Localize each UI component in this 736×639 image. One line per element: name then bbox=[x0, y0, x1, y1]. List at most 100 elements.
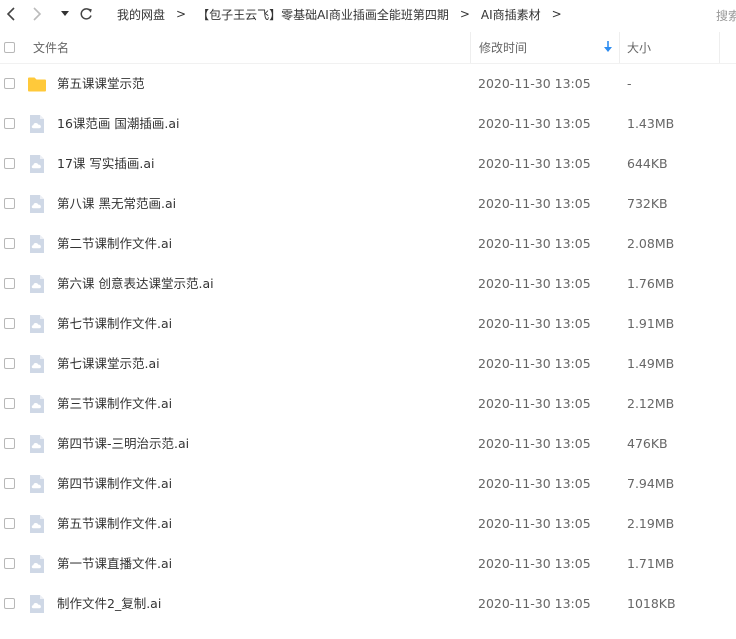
file-icon bbox=[30, 595, 44, 613]
column-header-modified-time-label: 修改时间 bbox=[479, 41, 528, 55]
breadcrumb-course-folder[interactable]: 【包子王云飞】零基础AI商业插画全能班第四期 bbox=[190, 6, 456, 23]
file-row[interactable]: 第七节课制作文件.ai 2020-11-30 13:05 1.91MB bbox=[0, 304, 736, 344]
file-modified-time: 2020-11-30 13:05 bbox=[478, 116, 591, 131]
file-size: 1.49MB bbox=[627, 356, 675, 371]
row-checkbox[interactable] bbox=[4, 238, 15, 249]
file-name[interactable]: 制作文件2_复制.ai bbox=[57, 584, 161, 624]
file-icon bbox=[30, 275, 44, 293]
row-checkbox[interactable] bbox=[4, 438, 15, 449]
file-row[interactable]: 17课 写实插画.ai 2020-11-30 13:05 644KB bbox=[0, 144, 736, 184]
row-checkbox[interactable] bbox=[4, 198, 15, 209]
folder-icon bbox=[28, 77, 46, 92]
file-name[interactable]: 第五节课制作文件.ai bbox=[57, 504, 172, 544]
file-modified-time: 2020-11-30 13:05 bbox=[478, 556, 591, 571]
file-icon bbox=[30, 435, 44, 453]
file-row[interactable]: 第一节课直播文件.ai 2020-11-30 13:05 1.71MB bbox=[0, 544, 736, 584]
file-row[interactable]: 16课范画 国潮插画.ai 2020-11-30 13:05 1.43MB bbox=[0, 104, 736, 144]
file-icon bbox=[30, 555, 44, 573]
row-checkbox[interactable] bbox=[4, 398, 15, 409]
select-all-cell bbox=[4, 32, 15, 63]
file-modified-time: 2020-11-30 13:05 bbox=[478, 436, 591, 451]
file-size: - bbox=[627, 76, 632, 91]
file-name[interactable]: 第六课 创意表达课堂示范.ai bbox=[57, 264, 214, 304]
file-name[interactable]: 第四节课-三明治示范.ai bbox=[57, 424, 189, 464]
refresh-icon bbox=[80, 8, 92, 20]
file-modified-time: 2020-11-30 13:05 bbox=[478, 356, 591, 371]
file-size: 1018KB bbox=[627, 596, 676, 611]
row-checkbox[interactable] bbox=[4, 158, 15, 169]
file-size: 2.12MB bbox=[627, 396, 675, 411]
breadcrumb-current-folder[interactable]: AI商插素材 bbox=[474, 6, 548, 23]
breadcrumb: 我的网盘 > 【包子王云飞】零基础AI商业插画全能班第四期 > AI商插素材 > bbox=[110, 0, 566, 28]
select-all-checkbox[interactable] bbox=[4, 42, 15, 53]
file-name[interactable]: 16课范画 国潮插画.ai bbox=[57, 104, 180, 144]
file-modified-time: 2020-11-30 13:05 bbox=[478, 476, 591, 491]
row-checkbox[interactable] bbox=[4, 558, 15, 569]
file-name[interactable]: 第一节课直播文件.ai bbox=[57, 544, 172, 584]
file-name[interactable]: 第八课 黑无常范画.ai bbox=[57, 184, 176, 224]
file-icon bbox=[30, 195, 44, 213]
navigation-bar: 我的网盘 > 【包子王云飞】零基础AI商业插画全能班第四期 > AI商插素材 >… bbox=[0, 0, 736, 28]
file-name[interactable]: 17课 写实插画.ai bbox=[57, 144, 155, 184]
row-checkbox[interactable] bbox=[4, 478, 15, 489]
file-row[interactable]: 第四节课制作文件.ai 2020-11-30 13:05 7.94MB bbox=[0, 464, 736, 504]
file-size: 732KB bbox=[627, 196, 668, 211]
column-header-modified-time[interactable]: 修改时间 bbox=[470, 32, 620, 63]
file-icon bbox=[30, 315, 44, 333]
row-checkbox[interactable] bbox=[4, 318, 15, 329]
back-button[interactable] bbox=[2, 4, 20, 24]
breadcrumb-separator: > bbox=[459, 7, 470, 21]
row-checkbox[interactable] bbox=[4, 358, 15, 369]
file-icon bbox=[30, 115, 44, 133]
file-row[interactable]: 第七课课堂示范.ai 2020-11-30 13:05 1.49MB bbox=[0, 344, 736, 384]
row-checkbox[interactable] bbox=[4, 598, 15, 609]
file-row[interactable]: 第五课课堂示范 2020-11-30 13:05 - bbox=[0, 64, 736, 104]
file-modified-time: 2020-11-30 13:05 bbox=[478, 596, 591, 611]
chevron-left-icon bbox=[6, 7, 15, 21]
file-name[interactable]: 第四节课制作文件.ai bbox=[57, 464, 172, 504]
file-row[interactable]: 第三节课制作文件.ai 2020-11-30 13:05 2.12MB bbox=[0, 384, 736, 424]
file-modified-time: 2020-11-30 13:05 bbox=[478, 516, 591, 531]
file-modified-time: 2020-11-30 13:05 bbox=[478, 156, 591, 171]
file-row[interactable]: 第六课 创意表达课堂示范.ai 2020-11-30 13:05 1.76MB bbox=[0, 264, 736, 304]
file-modified-time: 2020-11-30 13:05 bbox=[478, 396, 591, 411]
file-modified-time: 2020-11-30 13:05 bbox=[478, 76, 591, 91]
file-row[interactable]: 第四节课-三明治示范.ai 2020-11-30 13:05 476KB bbox=[0, 424, 736, 464]
file-row[interactable]: 第八课 黑无常范画.ai 2020-11-30 13:05 732KB bbox=[0, 184, 736, 224]
row-checkbox[interactable] bbox=[4, 118, 15, 129]
row-checkbox[interactable] bbox=[4, 278, 15, 289]
caret-down-icon bbox=[61, 11, 69, 16]
file-list-header: 文件名 修改时间 大小 bbox=[0, 32, 736, 64]
file-size: 2.19MB bbox=[627, 516, 675, 531]
file-icon bbox=[30, 235, 44, 253]
file-size: 1.71MB bbox=[627, 556, 675, 571]
breadcrumb-root[interactable]: 我的网盘 bbox=[110, 6, 172, 23]
history-dropdown-button[interactable] bbox=[58, 4, 72, 24]
file-name[interactable]: 第三节课制作文件.ai bbox=[57, 384, 172, 424]
row-checkbox[interactable] bbox=[4, 78, 15, 89]
search-input[interactable]: 搜索 bbox=[716, 7, 736, 24]
file-modified-time: 2020-11-30 13:05 bbox=[478, 276, 591, 291]
sort-arrow-down-icon bbox=[604, 41, 612, 52]
file-modified-time: 2020-11-30 13:05 bbox=[478, 316, 591, 331]
row-checkbox[interactable] bbox=[4, 518, 15, 529]
column-header-size[interactable]: 大小 bbox=[620, 32, 720, 63]
file-name[interactable]: 第二节课制作文件.ai bbox=[57, 224, 172, 264]
file-row[interactable]: 第五节课制作文件.ai 2020-11-30 13:05 2.19MB bbox=[0, 504, 736, 544]
file-name[interactable]: 第五课课堂示范 bbox=[57, 64, 145, 104]
file-icon bbox=[30, 515, 44, 533]
file-size: 1.76MB bbox=[627, 276, 675, 291]
column-header-name[interactable]: 文件名 bbox=[33, 32, 69, 63]
file-size: 1.43MB bbox=[627, 116, 675, 131]
file-row[interactable]: 制作文件2_复制.ai 2020-11-30 13:05 1018KB bbox=[0, 584, 736, 624]
refresh-button[interactable] bbox=[76, 4, 96, 24]
file-size: 2.08MB bbox=[627, 236, 675, 251]
file-row[interactable]: 第二节课制作文件.ai 2020-11-30 13:05 2.08MB bbox=[0, 224, 736, 264]
file-icon bbox=[30, 355, 44, 373]
file-modified-time: 2020-11-30 13:05 bbox=[478, 196, 591, 211]
file-name[interactable]: 第七节课制作文件.ai bbox=[57, 304, 172, 344]
file-name[interactable]: 第七课课堂示范.ai bbox=[57, 344, 160, 384]
forward-button[interactable] bbox=[28, 4, 46, 24]
file-size: 644KB bbox=[627, 156, 668, 171]
file-size: 1.91MB bbox=[627, 316, 675, 331]
